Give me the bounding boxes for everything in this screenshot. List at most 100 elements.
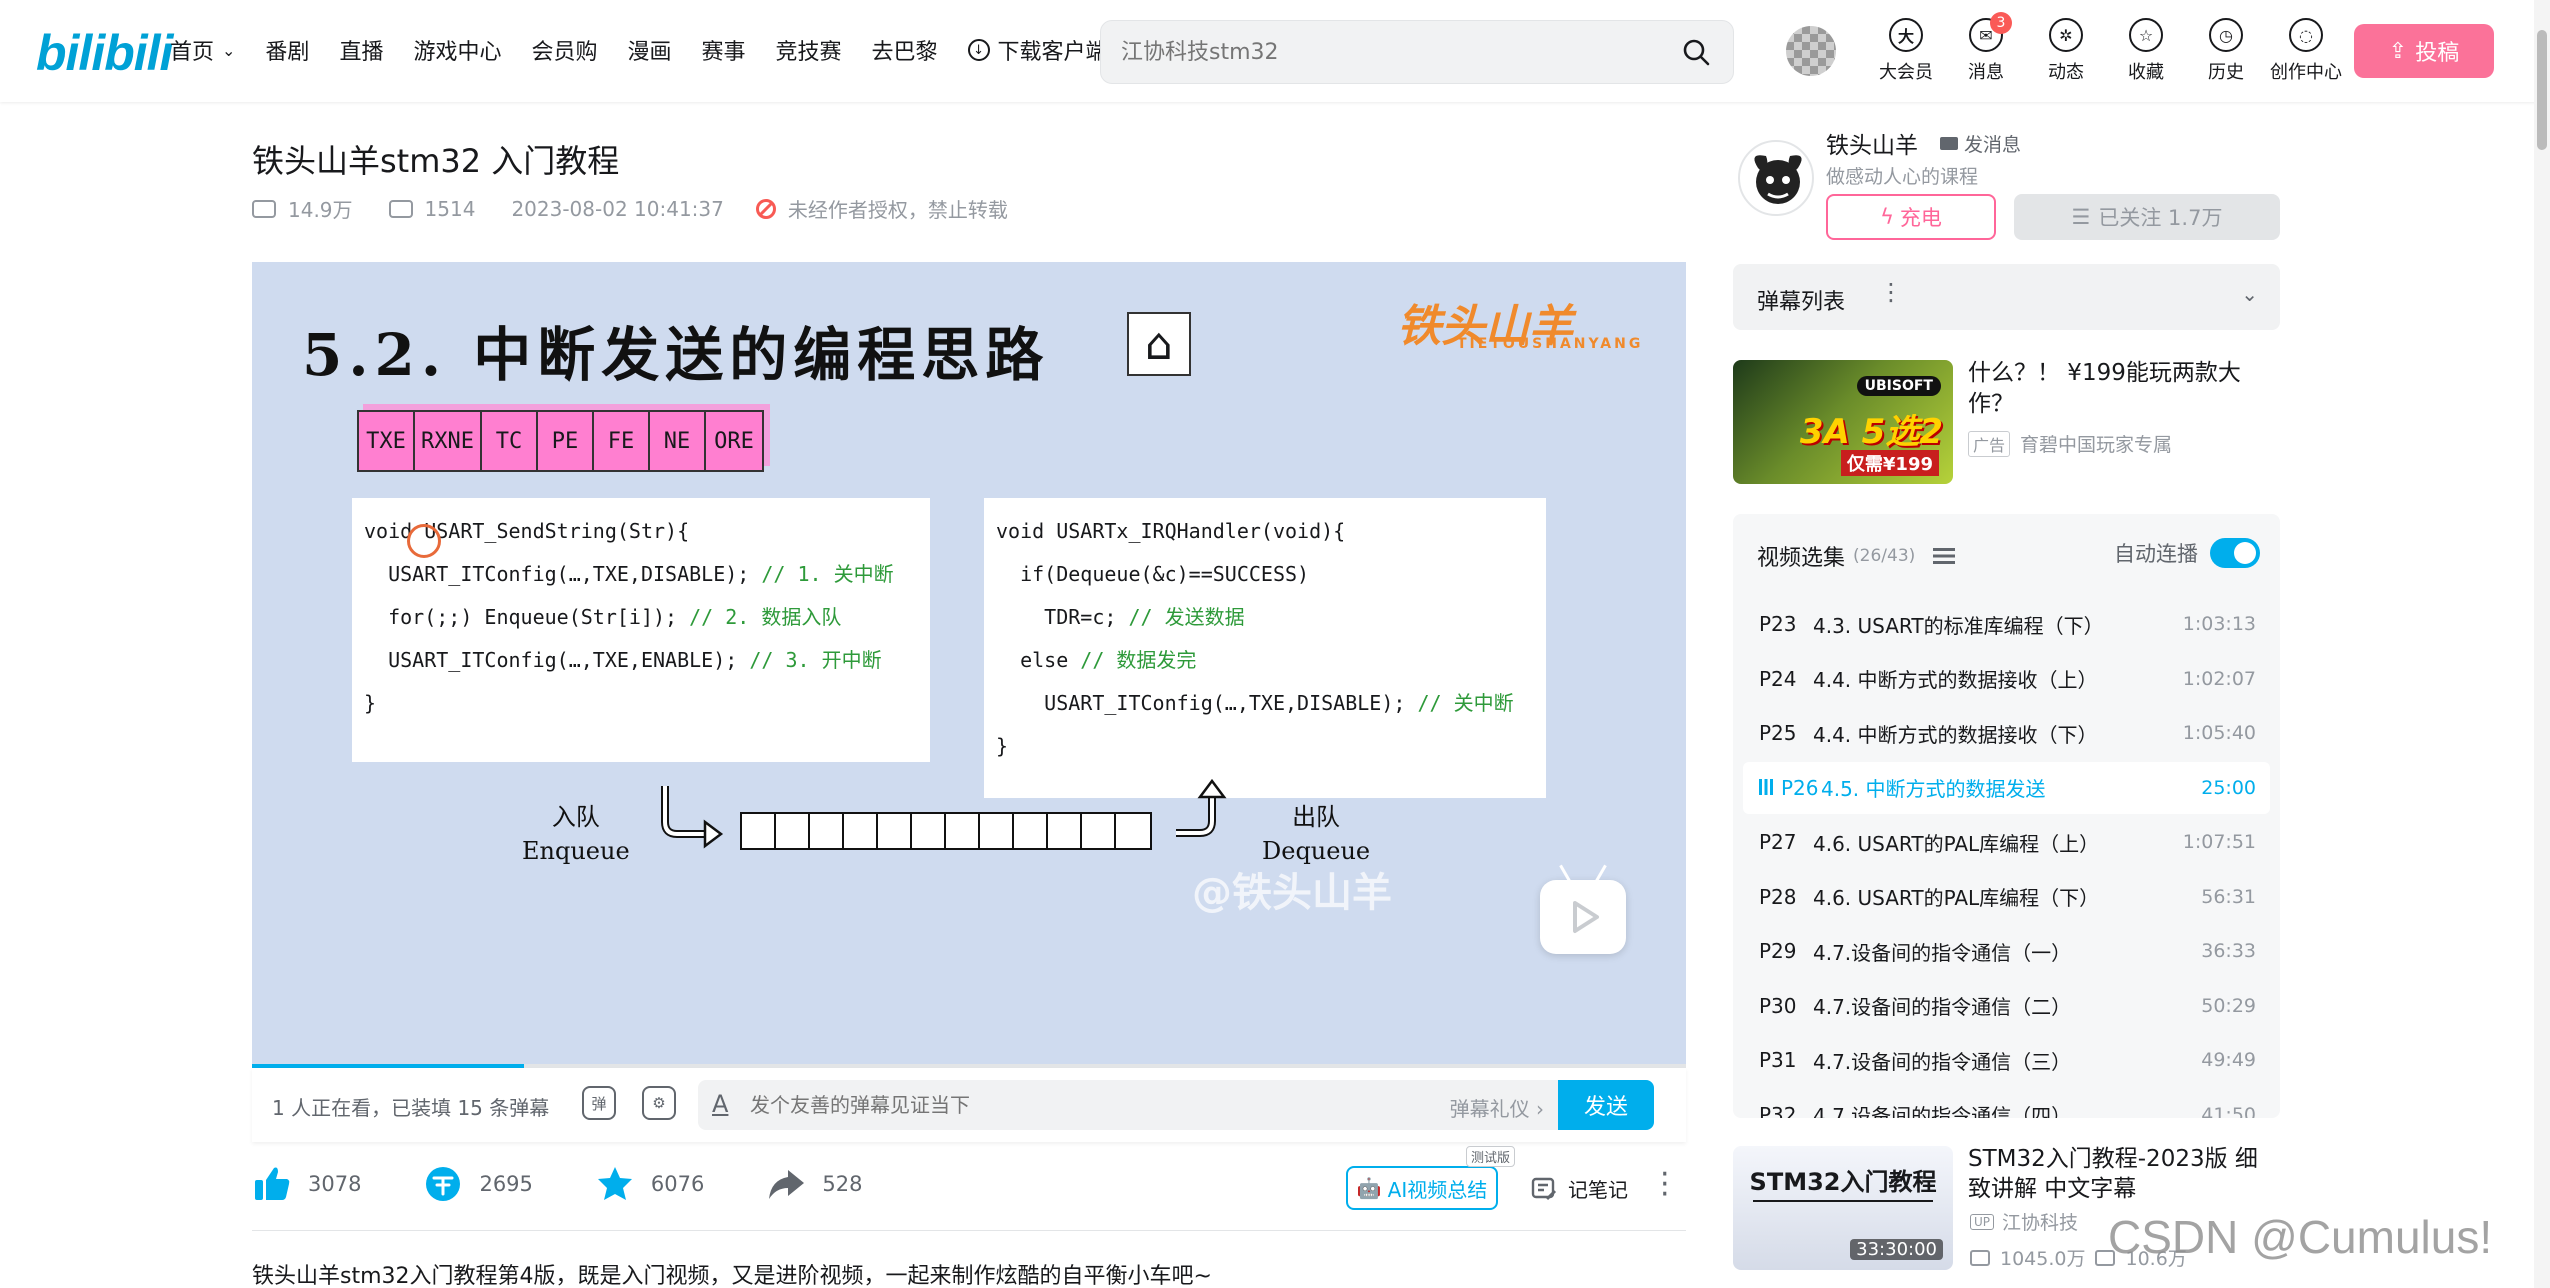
episode-item[interactable]: P30 4.7.设备间的指令通信（二） 50:29 [1743, 980, 2270, 1032]
list-view-icon[interactable] [1933, 548, 1956, 564]
autoplay-toggle[interactable] [2210, 538, 2260, 568]
bulb-icon: ◌ [2289, 18, 2323, 52]
episode-item[interactable]: P27 4.6. USART的PAL库编程（上） 1:07:51 [1743, 816, 2270, 868]
danmaku-settings-icon[interactable]: ⚙ [642, 1086, 676, 1120]
more-options-icon[interactable]: · · · [1660, 1160, 1670, 1210]
nav-item[interactable]: 赛事 [702, 34, 746, 66]
episode-duration: 49:49 [2201, 1049, 2256, 1071]
code-text: USART_ITConfig(…,TXE,DISABLE); [996, 691, 1406, 715]
episode-item[interactable]: P31 4.7.设备间的指令通信（三） 49:49 [1743, 1034, 2270, 1086]
episode-item[interactable]: P25 4.4. 中断方式的数据接收（下） 1:05:40 [1743, 707, 2270, 759]
episode-title: 4.3. USART的标准库编程（下） [1813, 613, 2104, 638]
bilibili-logo[interactable]: bilibili [36, 24, 173, 82]
nav-item[interactable]: 游戏中心 [413, 34, 501, 66]
queue-cell [810, 814, 844, 848]
chevron-down-icon[interactable]: ⌄ [2241, 282, 2258, 306]
danmaku-input[interactable] [750, 1080, 1350, 1130]
nav-item-label: 竞技赛 [775, 40, 842, 65]
code-comment: // 3. 开中断 [737, 648, 882, 672]
recommend-thumbnail[interactable]: STM32入门教程 33:30:00 [1733, 1146, 1953, 1270]
header-menu-item[interactable]: 大大会员 [1866, 18, 1946, 84]
danmaku-send-button[interactable]: 发送 [1558, 1080, 1654, 1130]
header-menu-item[interactable]: ◌ 创作中心 [2266, 18, 2346, 84]
scrollbar-thumb[interactable] [2537, 30, 2547, 150]
episode-item[interactable]: P23 4.3. USART的标准库编程（下） 1:03:13 [1743, 598, 2270, 650]
episode-item[interactable]: P26 4.5. 中断方式的数据发送 25:00 [1743, 761, 2270, 814]
autoplay-control: 自动连播 [2114, 538, 2260, 568]
send-message-link[interactable]: 发消息 [1940, 130, 2021, 157]
follow-label: 已关注 1.7万 [2098, 206, 2223, 230]
danmaku-style-icon[interactable]: A [712, 1090, 728, 1118]
watermark-name: @铁头山羊 [1192, 870, 1392, 916]
episode-title: 4.7.设备间的指令通信（三） [1813, 1049, 2072, 1074]
star-icon [595, 1164, 635, 1204]
episode-title: 4.5. 中断方式的数据发送 [1821, 777, 2046, 801]
danmaku-toggle-icon[interactable]: 弹 [582, 1086, 616, 1120]
page-scrollbar[interactable] [2534, 0, 2550, 1288]
code-block-irq: void USARTx_IRQHandler(void){ if(Dequeue… [984, 498, 1546, 798]
favorite-count: 6076 [650, 1172, 705, 1196]
forbid-icon [755, 198, 776, 219]
nav-item[interactable]: 会员购 [531, 34, 597, 66]
episode-duration: 1:03:13 [2182, 613, 2256, 635]
recommend-title[interactable]: STM32入门教程-2023版 细致讲解 中文字幕 [1968, 1144, 2278, 1204]
upload-button[interactable]: ⇪ 投稿 [2354, 24, 2494, 78]
header-menu-item[interactable]: ☆ 收藏 [2106, 18, 2186, 84]
danmaku-list-more-icon[interactable]: ⋮ [1879, 278, 1903, 306]
main-nav: 首页 ⌄ 番剧 直播 游戏中心 会员购 漫画 赛事 竞技赛 去巴黎 ↓ 下载客户端 [170, 34, 1138, 66]
nav-item[interactable]: 番剧 [265, 34, 309, 66]
danmaku-etiquette-link[interactable]: 弹幕礼仪 › [1450, 1093, 1544, 1122]
episode-duration: 41:50 [2201, 1103, 2256, 1119]
share-button[interactable]: 528 [766, 1164, 862, 1204]
user-avatar[interactable] [1786, 26, 1836, 76]
ai-summary-button[interactable]: 🤖 AI视频总结 [1346, 1166, 1498, 1210]
like-button[interactable]: 3078 [252, 1164, 361, 1204]
play-button[interactable] [1540, 880, 1626, 954]
coin-button[interactable]: 2695 [423, 1164, 533, 1204]
episode-item[interactable]: P24 4.4. 中断方式的数据接收（上） 1:02:07 [1743, 653, 2270, 705]
nav-item[interactable]: ↓ 下载客户端 [967, 34, 1108, 66]
episode-duration: 25:00 [2201, 776, 2256, 799]
danmaku-list-label: 弹幕列表 [1757, 290, 1846, 315]
search-input[interactable] [1121, 21, 1661, 83]
episode-panel: 视频选集 (26/43) 自动连播 P23 4.3. USART的标准库编程（下）… [1733, 514, 2280, 1118]
download-icon: ↓ [967, 39, 990, 61]
episode-duration: 50:29 [2201, 994, 2256, 1017]
episode-item[interactable]: P29 4.7.设备间的指令通信（一） 36:33 [1743, 925, 2270, 977]
video-player[interactable]: 5.2. 中断发送的编程思路 ⌂ 铁头山羊 TIETOUSHANYANG TXE… [252, 262, 1686, 1068]
note-button[interactable]: 记笔记 [1530, 1174, 1628, 1203]
nav-item[interactable]: 首页 ⌄ [170, 34, 235, 66]
ad-title[interactable]: 什么？！ ¥199能玩两款大作？ [1968, 358, 2268, 420]
charge-button[interactable]: ϟ 充电 [1826, 194, 1996, 240]
header-menu-label: 消息 [1968, 62, 2004, 83]
ad-meta: 广告 育碧中国玩家专属 [1968, 430, 2172, 457]
queue-cell [1116, 814, 1150, 848]
header-menu-item[interactable]: ✉ 3 消息 [1946, 12, 2026, 84]
follow-button[interactable]: ☰ 已关注 1.7万 [2014, 194, 2280, 240]
nav-item[interactable]: 竞技赛 [776, 34, 842, 66]
episode-number: P30 [1759, 993, 1797, 1018]
episode-item[interactable]: P28 4.6. USART的PAL库编程（下） 56:31 [1743, 871, 2270, 923]
goat-avatar-icon [1754, 155, 1802, 204]
nav-item[interactable]: 漫画 [627, 34, 671, 66]
favorite-button[interactable]: 6076 [595, 1164, 704, 1204]
nav-item-label: 会员购 [531, 40, 598, 65]
episode-item[interactable]: P32 4.7.设备间的指令通信（四） 41:50 [1743, 1089, 2270, 1119]
search-icon[interactable] [1681, 37, 1711, 67]
nav-item[interactable]: 去巴黎 [872, 34, 938, 66]
nav-item[interactable]: 直播 [339, 34, 383, 66]
clock-icon: ◷ [2209, 18, 2243, 52]
queue-buffer [740, 812, 1152, 850]
recommend-uploader[interactable]: UP 江协科技 [1970, 1208, 2078, 1235]
episode-number: P31 [1759, 1048, 1797, 1072]
episode-number: P24 [1759, 666, 1797, 691]
queue-cell [844, 814, 878, 848]
ad-thumbnail[interactable]: UBISOFT 3A 5选2 仅需¥199 [1733, 360, 1953, 484]
recommend-thumb-text: STM32入门教程 [1749, 1168, 1937, 1196]
header-menu-item[interactable]: ◷ 历史 [2186, 18, 2266, 84]
header-menu-item[interactable]: ✲ 动态 [2026, 18, 2106, 84]
danmaku-list-panel[interactable]: 弹幕列表 ⋮ ⌄ [1733, 264, 2280, 330]
uploader-avatar[interactable] [1738, 140, 1814, 216]
uploader-name[interactable]: 铁头山羊 [1826, 126, 1918, 160]
danmaku-bar: 1 人正在看，已装填 15 条弹幕 弹 ⚙ A 弹幕礼仪 › 发送 [252, 1068, 1686, 1142]
